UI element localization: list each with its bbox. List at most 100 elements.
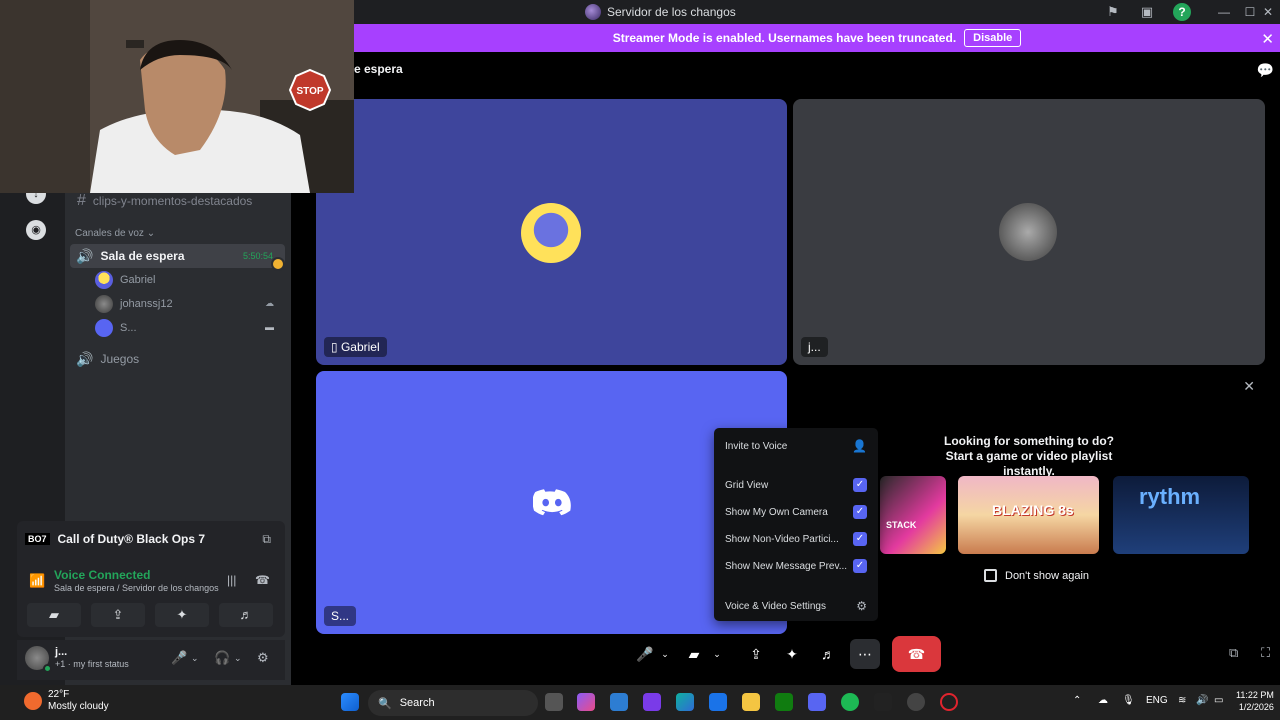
close-suggestions-icon[interactable]: ✕: [1243, 378, 1255, 395]
more-options-menu: Invite to Voice 👤 Grid View ✓ Show My Ow…: [714, 428, 878, 621]
voice-channel-sala-de-espera[interactable]: 🔊 Sala de espera 5:50:54: [70, 244, 285, 271]
checked-icon[interactable]: ✓: [853, 559, 867, 573]
menu-item-invite[interactable]: Invite to Voice 👤: [725, 437, 867, 455]
fullscreen-icon[interactable]: ⛶: [1261, 645, 1270, 661]
avatar: [95, 271, 113, 289]
activities-button[interactable]: ✦: [155, 603, 209, 627]
game-badge: BO7: [25, 533, 50, 545]
weather-widget[interactable]: 22°F Mostly cloudy: [24, 689, 109, 713]
signal-icon[interactable]: 📶: [29, 573, 45, 589]
text-channel[interactable]: # clips-y-momentos-destacados: [77, 192, 252, 210]
voice-member[interactable]: johanssj12: [95, 295, 173, 313]
spotify-icon[interactable]: [841, 693, 859, 711]
menu-item-grid-view[interactable]: Grid View ✓: [725, 476, 867, 494]
activity-thumb-rythm[interactable]: rythm: [1113, 476, 1249, 554]
opera-icon[interactable]: [940, 693, 958, 711]
search-label: Search: [399, 697, 435, 709]
video-tile-j[interactable]: j...: [793, 99, 1265, 365]
more-options-icon[interactable]: ⋯: [850, 639, 880, 669]
voice-channel-juegos[interactable]: 🔊 Juegos: [70, 347, 285, 371]
windows-taskbar: 22°F Mostly cloudy 🔍 Search ⌃ ☁ 🎙 ENG ≋ …: [0, 685, 1280, 720]
volume-icon[interactable]: 🔊: [1196, 695, 1208, 706]
search-box[interactable]: 🔍 Search: [368, 690, 538, 716]
dont-show-again-option[interactable]: Don't show again: [984, 569, 1089, 582]
voice-panel: 📶 Voice Connected Sala de espera / Servi…: [17, 557, 285, 637]
cloud-icon[interactable]: ☁: [1098, 695, 1108, 706]
camera-off-button[interactable]: ▰: [27, 603, 81, 627]
activities-icon[interactable]: ✦: [782, 639, 802, 669]
noise-suppression-icon[interactable]: |||: [227, 573, 236, 587]
language-indicator[interactable]: ENG: [1146, 695, 1168, 706]
mic-options-chevron-icon[interactable]: ⌄: [191, 653, 199, 664]
checked-icon[interactable]: ✓: [853, 478, 867, 492]
menu-item-av-settings[interactable]: Voice & Video Settings ⚙: [725, 597, 867, 615]
close-window-button[interactable]: ✕: [1256, 3, 1280, 21]
cod-icon[interactable]: [874, 693, 892, 711]
disconnect-button[interactable]: ☎: [892, 636, 941, 672]
menu-label: Show New Message Prev...: [725, 560, 848, 572]
inbox-icon[interactable]: ▣: [1138, 3, 1156, 21]
soundboard-icon[interactable]: ♬: [818, 639, 838, 669]
wifi-icon[interactable]: ≋: [1178, 695, 1186, 706]
photos-icon[interactable]: [643, 693, 661, 711]
chat-icon[interactable]: 💬: [1257, 62, 1274, 79]
video-tile-gabriel[interactable]: ▯ Gabriel: [316, 99, 787, 365]
close-banner-icon[interactable]: ✕: [1261, 30, 1274, 48]
explorer-icon[interactable]: [742, 693, 760, 711]
user-name: j...: [55, 646, 68, 658]
copilot-icon[interactable]: [577, 693, 595, 711]
chrome-icon[interactable]: [907, 693, 925, 711]
screen-share-icon[interactable]: ⇪: [746, 639, 766, 669]
soundboard-button[interactable]: ♬: [219, 603, 273, 627]
mail-icon[interactable]: [709, 693, 727, 711]
mic-icon[interactable]: 🎤: [636, 639, 653, 669]
battery-icon[interactable]: ▭: [1214, 695, 1223, 706]
voice-member[interactable]: Gabriel: [95, 271, 155, 289]
disconnect-icon[interactable]: ☎: [255, 573, 270, 587]
headphones-icon[interactable]: 🎧: [214, 650, 230, 666]
streamer-mode-banner: Streamer Mode is enabled. Usernames have…: [354, 24, 1280, 52]
game-activity[interactable]: BO7 Call of Duty® Black Ops 7 ⧉: [17, 521, 285, 557]
activity-heading: Looking for something to do? Start a gam…: [923, 434, 1135, 479]
store-icon[interactable]: [610, 693, 628, 711]
discord-taskbar-icon[interactable]: [808, 693, 826, 711]
flag-icon[interactable]: ⚑: [1104, 3, 1122, 21]
settings-gear-icon[interactable]: ⚙: [257, 650, 269, 666]
edge-icon[interactable]: [676, 693, 694, 711]
camera-off-icon[interactable]: ▰: [686, 639, 702, 669]
help-icon[interactable]: ?: [1173, 3, 1191, 21]
start-icon[interactable]: [341, 693, 359, 711]
voice-member[interactable]: S...: [95, 319, 137, 337]
tile-nametag: ▯ Gabriel: [324, 337, 387, 357]
menu-item-show-own-camera[interactable]: Show My Own Camera ✓: [725, 503, 867, 521]
menu-item-show-new-message[interactable]: Show New Message Prev... ✓: [725, 557, 867, 575]
checked-icon[interactable]: ✓: [853, 505, 867, 519]
task-view-icon[interactable]: [545, 693, 563, 711]
weather-desc: Mostly cloudy: [48, 701, 109, 712]
minimize-button[interactable]: —: [1212, 3, 1236, 21]
xbox-icon[interactable]: [775, 693, 793, 711]
dont-show-checkbox[interactable]: [984, 569, 997, 582]
screen-share-icon[interactable]: ⧉: [262, 532, 271, 547]
activity-thumb-stack[interactable]: STACK: [880, 476, 946, 554]
webcam-overlay: STOP: [0, 0, 354, 193]
voice-status[interactable]: Voice Connected: [54, 568, 150, 582]
tray-chevron-icon[interactable]: ⌃: [1073, 695, 1081, 706]
mic-options-chevron-icon[interactable]: ⌄: [660, 639, 670, 669]
camera-options-chevron-icon[interactable]: ⌄: [712, 639, 722, 669]
mic-icon[interactable]: 🎤: [171, 650, 187, 666]
headphones-options-chevron-icon[interactable]: ⌄: [234, 653, 242, 664]
disable-streamer-button[interactable]: Disable: [964, 29, 1022, 47]
screen-share-button[interactable]: ⇪: [91, 603, 145, 627]
window-title-text: Servidor de los changos: [607, 5, 736, 19]
tray-mic-icon[interactable]: 🎙: [1122, 695, 1135, 706]
voice-category[interactable]: Canales de voz ⌄: [75, 228, 155, 239]
avatar: [95, 319, 113, 337]
activity-thumb-blazing[interactable]: BLAZING 8s: [958, 476, 1099, 554]
discover-icon[interactable]: ◉: [26, 220, 46, 240]
popout-icon[interactable]: ⧉: [1229, 645, 1238, 661]
menu-item-show-non-video[interactable]: Show Non-Video Partici... ✓: [725, 530, 867, 548]
member-name: Gabriel: [120, 274, 156, 286]
clock[interactable]: 11:22 PM 1/2/2026: [1236, 689, 1274, 713]
checked-icon[interactable]: ✓: [853, 532, 867, 546]
